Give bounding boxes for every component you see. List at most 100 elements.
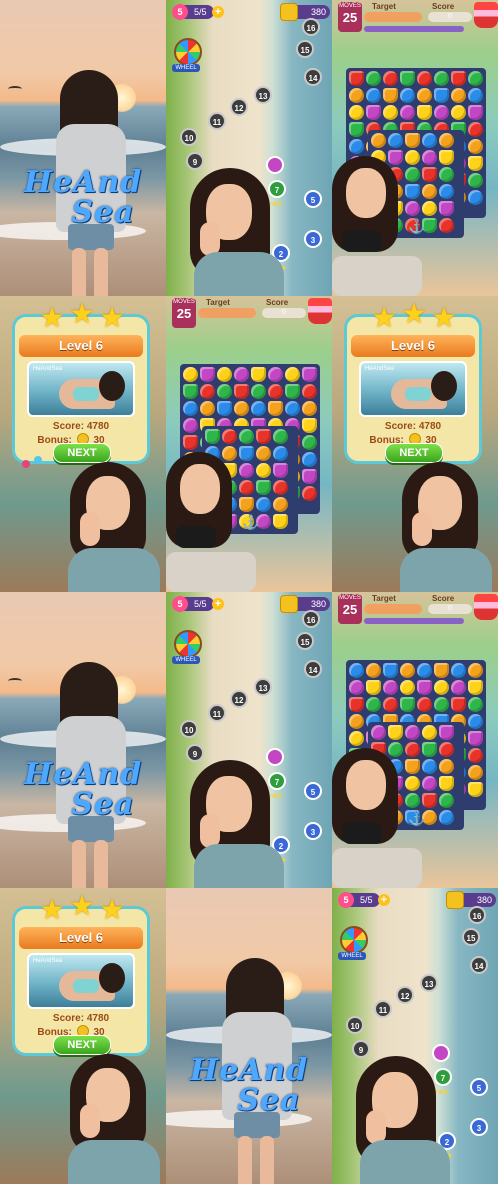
candy-gem[interactable] — [200, 401, 215, 416]
title-screen[interactable]: HeAnd Sea — [0, 0, 166, 296]
candy-gem[interactable] — [302, 469, 317, 484]
candy-gem[interactable] — [439, 218, 454, 233]
level-node[interactable]: 10 — [346, 1016, 364, 1034]
candy-gem[interactable] — [468, 714, 483, 729]
completed-level-node[interactable]: 5 — [470, 1078, 488, 1096]
candy-gem[interactable] — [217, 401, 232, 416]
candy-gem[interactable] — [468, 748, 483, 763]
candy-gem[interactable] — [468, 105, 483, 120]
candy-gem[interactable] — [451, 88, 466, 103]
candy-gem[interactable] — [417, 88, 432, 103]
board-screen[interactable]: MOVES 25 Target Score 0 ⚓ — [332, 0, 498, 296]
candy-gem[interactable] — [217, 384, 232, 399]
candy-gem[interactable] — [400, 105, 415, 120]
candy-gem[interactable] — [302, 486, 317, 501]
candy-gem[interactable] — [405, 725, 420, 740]
candy-gem[interactable] — [417, 105, 432, 120]
candy-gem[interactable] — [434, 105, 449, 120]
candy-gem[interactable] — [468, 88, 483, 103]
candy-gem[interactable] — [468, 71, 483, 86]
candy-gem[interactable] — [439, 725, 454, 740]
candy-gem[interactable] — [302, 435, 317, 450]
level-complete-screen[interactable]: Level 6 ★ ★ ★ HeAndSea Score: 4780 Bonus… — [0, 296, 166, 592]
candy-gem[interactable] — [439, 810, 454, 825]
candy-gem[interactable] — [349, 71, 364, 86]
candy-gem[interactable] — [468, 173, 483, 188]
candy-gem[interactable] — [439, 759, 454, 774]
candy-gem[interactable] — [268, 367, 283, 382]
candy-gem[interactable] — [349, 139, 364, 154]
candy-gem[interactable] — [439, 150, 454, 165]
level-node[interactable]: 16 — [302, 18, 320, 36]
level-node[interactable]: 13 — [420, 974, 438, 992]
candy-gem[interactable] — [400, 697, 415, 712]
level-node[interactable]: 10 — [180, 720, 198, 738]
candy-gem[interactable] — [451, 697, 466, 712]
add-lives-button[interactable]: + — [378, 894, 390, 906]
candy-gem[interactable] — [439, 133, 454, 148]
completed-level-node[interactable]: 3 — [470, 1118, 488, 1136]
completed-level-node[interactable]: 5 — [304, 782, 322, 800]
candy-gem[interactable] — [434, 680, 449, 695]
wheel-label[interactable]: WHEEL — [172, 656, 200, 664]
candy-gem[interactable] — [251, 401, 266, 416]
candy-gem[interactable] — [302, 401, 317, 416]
candy-gem[interactable] — [251, 367, 266, 382]
candy-gem[interactable] — [349, 105, 364, 120]
level-node[interactable]: 13 — [254, 678, 272, 696]
candy-gem[interactable] — [366, 663, 381, 678]
wheel-label[interactable]: WHEEL — [338, 952, 366, 960]
candy-gem[interactable] — [256, 429, 271, 444]
completed-level-node[interactable]: 3 — [304, 230, 322, 248]
level-complete-screen[interactable]: Level 6 ★ ★ ★ HeAndSea Score: 4780 Bonus… — [0, 888, 166, 1184]
next-button[interactable]: NEXT — [385, 443, 443, 463]
candy-gem[interactable] — [285, 367, 300, 382]
map-screen[interactable]: 5/5 5 + 380 WHEEL 16 15 14 13 12 11 10 9… — [166, 592, 332, 888]
candy-gem[interactable] — [468, 680, 483, 695]
candy-gem[interactable] — [400, 88, 415, 103]
level-node[interactable]: 15 — [296, 632, 314, 650]
next-button[interactable]: NEXT — [53, 443, 111, 463]
candy-gem[interactable] — [183, 384, 198, 399]
level-node[interactable]: 13 — [254, 86, 272, 104]
level-node[interactable]: 14 — [304, 660, 322, 678]
candy-gem[interactable] — [417, 663, 432, 678]
candy-gem[interactable] — [439, 793, 454, 808]
candy-gem[interactable] — [234, 367, 249, 382]
candy-gem[interactable] — [222, 429, 237, 444]
candy-gem[interactable] — [383, 663, 398, 678]
level-complete-screen[interactable]: Level 6 ★ ★ ★ HeAndSea Score: 4780 Bonus… — [332, 296, 498, 592]
candy-gem[interactable] — [405, 133, 420, 148]
candy-gem[interactable] — [434, 88, 449, 103]
wheel-icon[interactable] — [340, 926, 368, 954]
candy-gem[interactable] — [439, 742, 454, 757]
level-node[interactable]: 16 — [468, 906, 486, 924]
wheel-label[interactable]: WHEEL — [172, 64, 200, 72]
candy-gem[interactable] — [366, 88, 381, 103]
level-node[interactable]: 10 — [180, 128, 198, 146]
candy-gem[interactable] — [468, 156, 483, 171]
level-node[interactable]: 15 — [462, 928, 480, 946]
candy-gem[interactable] — [468, 122, 483, 137]
candy-gem[interactable] — [417, 680, 432, 695]
candy-gem[interactable] — [273, 446, 288, 461]
candy-gem[interactable] — [239, 429, 254, 444]
candy-gem[interactable] — [371, 725, 386, 740]
candy-gem[interactable] — [451, 680, 466, 695]
candy-gem[interactable] — [251, 384, 266, 399]
level-node[interactable]: 14 — [304, 68, 322, 86]
candy-gem[interactable] — [302, 452, 317, 467]
candy-gem[interactable] — [183, 367, 198, 382]
candy-gem[interactable] — [273, 429, 288, 444]
candy-gem[interactable] — [468, 190, 483, 205]
candy-gem[interactable] — [451, 71, 466, 86]
wheel-icon[interactable] — [174, 38, 202, 66]
candy-gem[interactable] — [349, 88, 364, 103]
candy-gem[interactable] — [234, 384, 249, 399]
completed-level-node[interactable]: 5 — [304, 190, 322, 208]
candy-gem[interactable] — [234, 401, 249, 416]
candy-gem[interactable] — [383, 105, 398, 120]
add-lives-button[interactable]: + — [212, 6, 224, 18]
candy-gem[interactable] — [366, 105, 381, 120]
candy-gem[interactable] — [268, 384, 283, 399]
